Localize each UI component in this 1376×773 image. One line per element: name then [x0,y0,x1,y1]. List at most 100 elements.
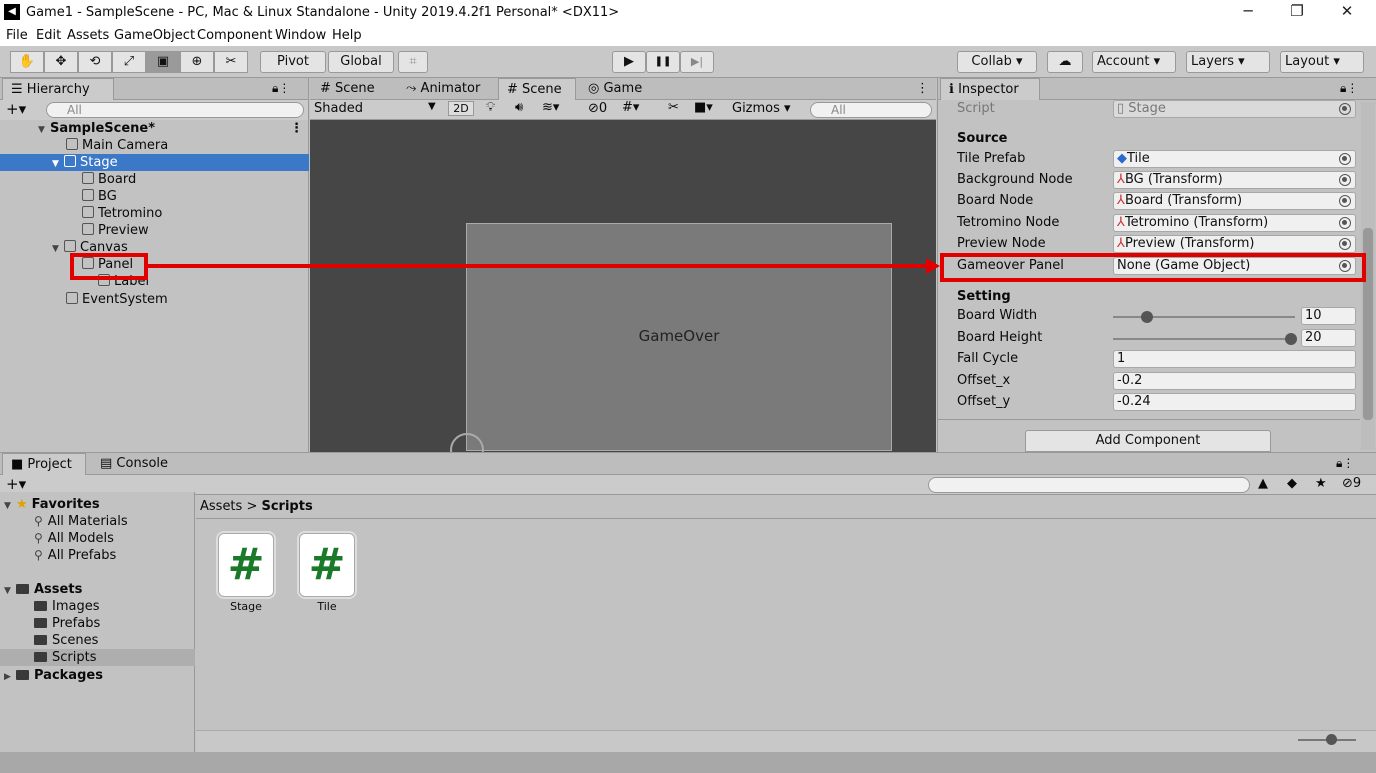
transform-tool-icon[interactable]: ⊕ [180,51,214,73]
hierarchy-item-eventsystem[interactable]: EventSystem [0,291,309,308]
add-icon[interactable]: +▾ [6,100,26,118]
scene-search-input[interactable]: All [810,102,932,118]
background-node-field[interactable]: ⅄BG (Transform) [1113,171,1356,189]
script-file-icon[interactable]: # [299,533,355,597]
hierarchy-item-tetromino[interactable]: Tetromino [0,205,309,222]
tab-game[interactable]: ◎ Game [580,78,660,100]
hierarchy-item-label[interactable]: Label [0,273,309,290]
assets-row[interactable]: ▼ Assets [0,581,195,598]
collapse-icon[interactable]: ▶ [4,669,16,686]
preview-node-field[interactable]: ⅄Preview (Transform) [1113,235,1356,253]
board-height-input[interactable]: 20 [1301,329,1356,347]
tetromino-node-field[interactable]: ⅄Tetromino (Transform) [1113,214,1356,232]
hand-tool-icon[interactable]: ✋ [10,51,44,73]
cloud-icon[interactable]: ☁ [1047,51,1083,73]
layers-dropdown[interactable]: Layers ▾ [1186,51,1270,73]
add-component-button[interactable]: Add Component [1025,430,1271,452]
create-icon[interactable]: +▾ [6,475,26,493]
object-picker-icon[interactable] [1339,174,1351,186]
hidden-packages-icon[interactable]: ⊘9 [1342,476,1361,491]
fall-cycle-input[interactable]: 1 [1113,350,1356,368]
more-icon[interactable]: ⋮ [916,81,929,96]
camera-icon[interactable]: ■▾ [694,100,713,115]
tab-project[interactable]: ■ Project [2,453,86,475]
board-width-input[interactable]: 10 [1301,307,1356,325]
scale-tool-icon[interactable]: ⤢ [112,51,146,73]
script-file-icon[interactable]: # [218,533,274,597]
folder-images[interactable]: Images [0,598,195,615]
tab-inspector[interactable]: ℹ Inspector [940,78,1040,100]
pause-button[interactable]: ❚❚ [646,51,680,73]
menu-help[interactable]: Help [332,28,362,43]
object-picker-icon[interactable] [1339,217,1351,229]
collab-dropdown[interactable]: Collab ▾ [957,51,1037,73]
restore-button[interactable]: ❐ [1277,2,1317,24]
tab-scene-1[interactable]: # Scene [312,78,398,100]
lock-icon[interactable]: 🔒︎⋮ [1336,456,1354,471]
object-picker-icon[interactable] [1339,153,1351,165]
menu-file[interactable]: File [6,28,28,43]
account-dropdown[interactable]: Account ▾ [1092,51,1176,73]
menu-component[interactable]: Component [197,28,272,43]
layout-dropdown[interactable]: Layout ▾ [1280,51,1364,73]
hierarchy-item-bg[interactable]: BG [0,188,309,205]
board-height-slider[interactable] [1113,338,1295,340]
global-toggle[interactable]: Global [328,51,394,73]
hierarchy-item-main-camera[interactable]: Main Camera [0,137,309,154]
offset-y-input[interactable]: -0.24 [1113,393,1356,411]
lock-icon[interactable]: 🔒︎⋮ [1340,81,1358,96]
label-icon[interactable]: ◆ [1287,476,1297,491]
board-height-slider-thumb[interactable] [1285,333,1297,345]
grid-icon[interactable]: #▾ [622,100,639,115]
board-width-slider-thumb[interactable] [1141,311,1153,323]
pivot-toggle[interactable]: Pivot [260,51,326,73]
visibility-icon[interactable]: ⊘0 [588,101,607,116]
star-icon[interactable]: ★ [1315,476,1327,491]
2d-toggle[interactable]: 2D [448,101,474,116]
fav-all-prefabs[interactable]: ⚲ All Prefabs [0,547,195,564]
tab-console[interactable]: ▤ Console [92,453,182,475]
more-icon[interactable]: ⋮ [290,120,303,137]
play-button[interactable]: ▶ [612,51,646,73]
icon-size-slider-thumb[interactable] [1326,734,1337,745]
hierarchy-item-preview[interactable]: Preview [0,222,309,239]
tile-prefab-field[interactable]: ◆Tile [1113,150,1356,168]
hierarchy-item-canvas[interactable]: ▼ Canvas [0,239,309,256]
menu-edit[interactable]: Edit [36,28,61,43]
hierarchy-search-input[interactable]: All [46,102,304,118]
folder-scenes[interactable]: Scenes [0,632,195,649]
folder-scripts[interactable]: Scripts [0,649,195,666]
breadcrumb-root[interactable]: Assets [200,499,242,514]
rect-tool-icon[interactable]: ▣ [146,51,180,73]
favorites-row[interactable]: ▼ ★ Favorites [0,496,195,513]
tools-icon[interactable]: ✂ [668,100,679,115]
menu-window[interactable]: Window [275,28,326,43]
board-node-field[interactable]: ⅄Board (Transform) [1113,192,1356,210]
fav-all-models[interactable]: ⚲ All Models [0,530,195,547]
step-button[interactable]: ▶| [680,51,714,73]
tab-animator[interactable]: ⤳ Animator [398,78,498,100]
tab-hierarchy[interactable]: ☰ Hierarchy [2,78,114,100]
project-search-input[interactable] [928,477,1250,493]
hierarchy-item-board[interactable]: Board [0,171,309,188]
filter-type-icon[interactable]: ▲ [1258,476,1268,491]
close-button[interactable]: ✕ [1327,2,1367,24]
menu-gameobject[interactable]: GameObject [114,28,195,43]
lighting-icon[interactable]: 💡︎ [486,100,495,115]
scene-row[interactable]: ▼ SampleScene* ⋮ [0,120,309,137]
move-tool-icon[interactable]: ✥ [44,51,78,73]
fav-all-materials[interactable]: ⚲ All Materials [0,513,195,530]
offset-x-input[interactable]: -0.2 [1113,372,1356,390]
breadcrumb-current[interactable]: Scripts [261,499,312,514]
minimize-button[interactable]: ─ [1228,2,1268,24]
effects-icon[interactable]: ≋▾ [542,100,559,115]
menu-assets[interactable]: Assets [67,28,109,43]
tab-scene-2[interactable]: # Scene [498,78,576,100]
gizmos-dropdown[interactable]: Gizmos ▾ [732,101,791,116]
folder-prefabs[interactable]: Prefabs [0,615,195,632]
packages-row[interactable]: ▶ Packages [0,667,195,684]
object-picker-icon[interactable] [1339,238,1351,250]
rotate-tool-icon[interactable]: ⟲ [78,51,112,73]
object-picker-icon[interactable] [1339,195,1351,207]
audio-icon[interactable]: 🔊︎ [515,100,523,115]
